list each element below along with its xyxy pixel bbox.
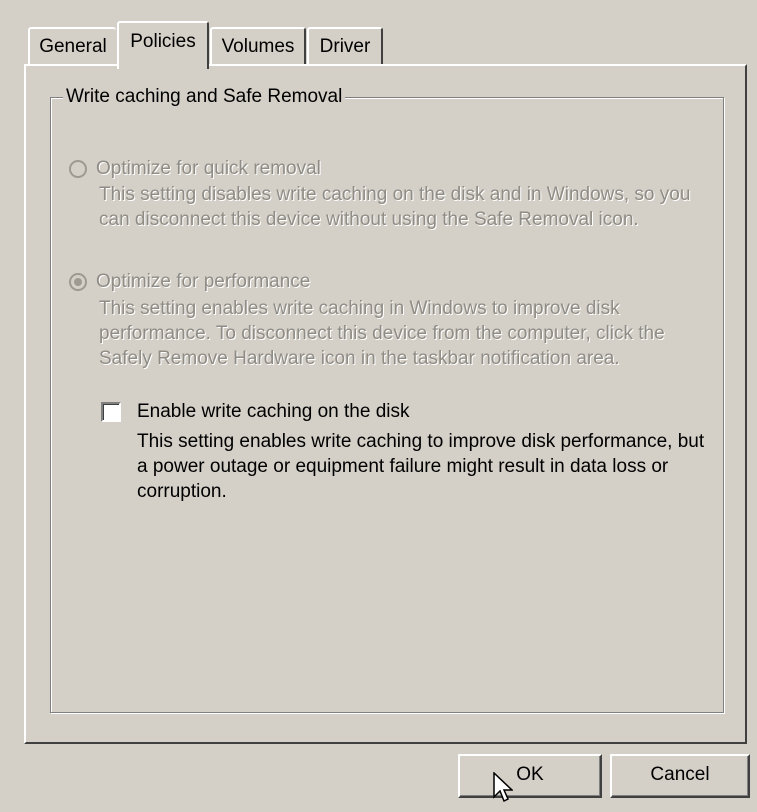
performance-description: This setting enables write caching in Wi… [99,298,665,369]
policies-tab-panel: Write caching and Safe Removal Optimize … [24,64,747,744]
write-caching-label: Enable write caching on the disk [137,401,410,422]
tab-volumes[interactable]: Volumes [210,27,306,65]
write-caching-description: This setting enables write caching to im… [137,431,705,502]
write-caching-groupbox: Write caching and Safe Removal Optimize … [50,85,724,713]
quick-removal-label: Optimize for quick removal [96,158,321,179]
cancel-button[interactable]: Cancel [610,754,750,798]
write-caching-checkbox[interactable] [101,402,121,422]
performance-radio[interactable] [69,273,87,291]
quick-removal-radio-option[interactable]: Optimize for quick removal [69,156,321,182]
tab-driver[interactable]: Driver [307,27,383,65]
ok-button[interactable]: OK [458,754,602,798]
groupbox-title: Write caching and Safe Removal [63,85,346,109]
tab-general[interactable]: General [28,27,116,65]
performance-label: Optimize for performance [96,271,311,292]
write-caching-checkbox-option[interactable]: Enable write caching on the disk [101,398,410,426]
quick-removal-description: This setting disables write caching on t… [99,184,691,230]
performance-radio-option[interactable]: Optimize for performance [69,269,310,295]
tab-policies[interactable]: Policies [117,21,209,69]
device-properties-dialog: General Policies Volumes Driver Write ca… [0,0,757,812]
quick-removal-radio[interactable] [69,160,87,178]
